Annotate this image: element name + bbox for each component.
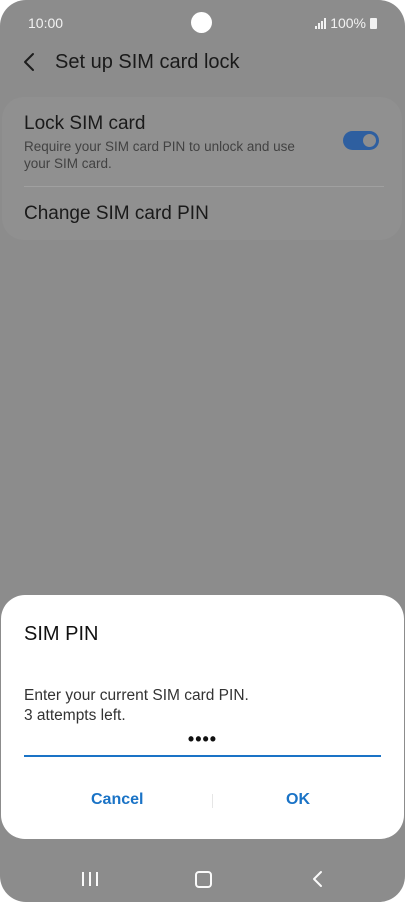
battery-icon (370, 17, 377, 29)
navigation-bar (0, 856, 405, 902)
change-pin-row[interactable]: Change SIM card PIN (24, 203, 209, 225)
nav-back-icon[interactable] (311, 870, 325, 893)
lock-sim-title: Lock SIM card (24, 113, 146, 134)
lock-sim-row[interactable]: Lock SIM card Require your SIM card PIN … (24, 113, 324, 172)
toggle-knob (361, 132, 378, 149)
dialog-message: Enter your current SIM card PIN. 3 attem… (24, 686, 249, 726)
recents-icon[interactable] (82, 872, 98, 886)
dialog-message-line1: Enter your current SIM card PIN. (24, 687, 249, 704)
sim-pin-dialog: SIM PIN Enter your current SIM card PIN.… (1, 595, 404, 839)
button-divider (212, 794, 213, 808)
dialog-title: SIM PIN (24, 623, 99, 645)
page-title: Set up SIM card lock (55, 51, 240, 73)
settings-card: Lock SIM card Require your SIM card PIN … (2, 97, 402, 240)
ok-button[interactable]: OK (286, 791, 310, 809)
lock-sim-toggle[interactable] (343, 131, 379, 150)
app-header: Set up SIM card lock (0, 44, 405, 80)
battery-percent: 100% (330, 15, 366, 31)
back-arrow-icon[interactable] (20, 51, 40, 73)
status-right: 100% (315, 15, 377, 31)
pin-input[interactable]: •••• (24, 725, 381, 757)
pin-value: •••• (187, 729, 218, 749)
lock-sim-subtitle: Require your SIM card PIN to unlock and … (24, 139, 295, 171)
status-time: 10:00 (28, 15, 64, 31)
cancel-button[interactable]: Cancel (91, 791, 143, 809)
divider (24, 186, 384, 187)
signal-icon (315, 17, 327, 29)
home-icon[interactable] (195, 871, 212, 888)
status-bar: 10:00 100% (0, 0, 405, 44)
phone-screen: 10:00 100% Set up SIM card lock Lock SIM… (0, 0, 405, 902)
dialog-message-line2: 3 attempts left. (24, 707, 126, 724)
camera-cutout (191, 12, 212, 33)
